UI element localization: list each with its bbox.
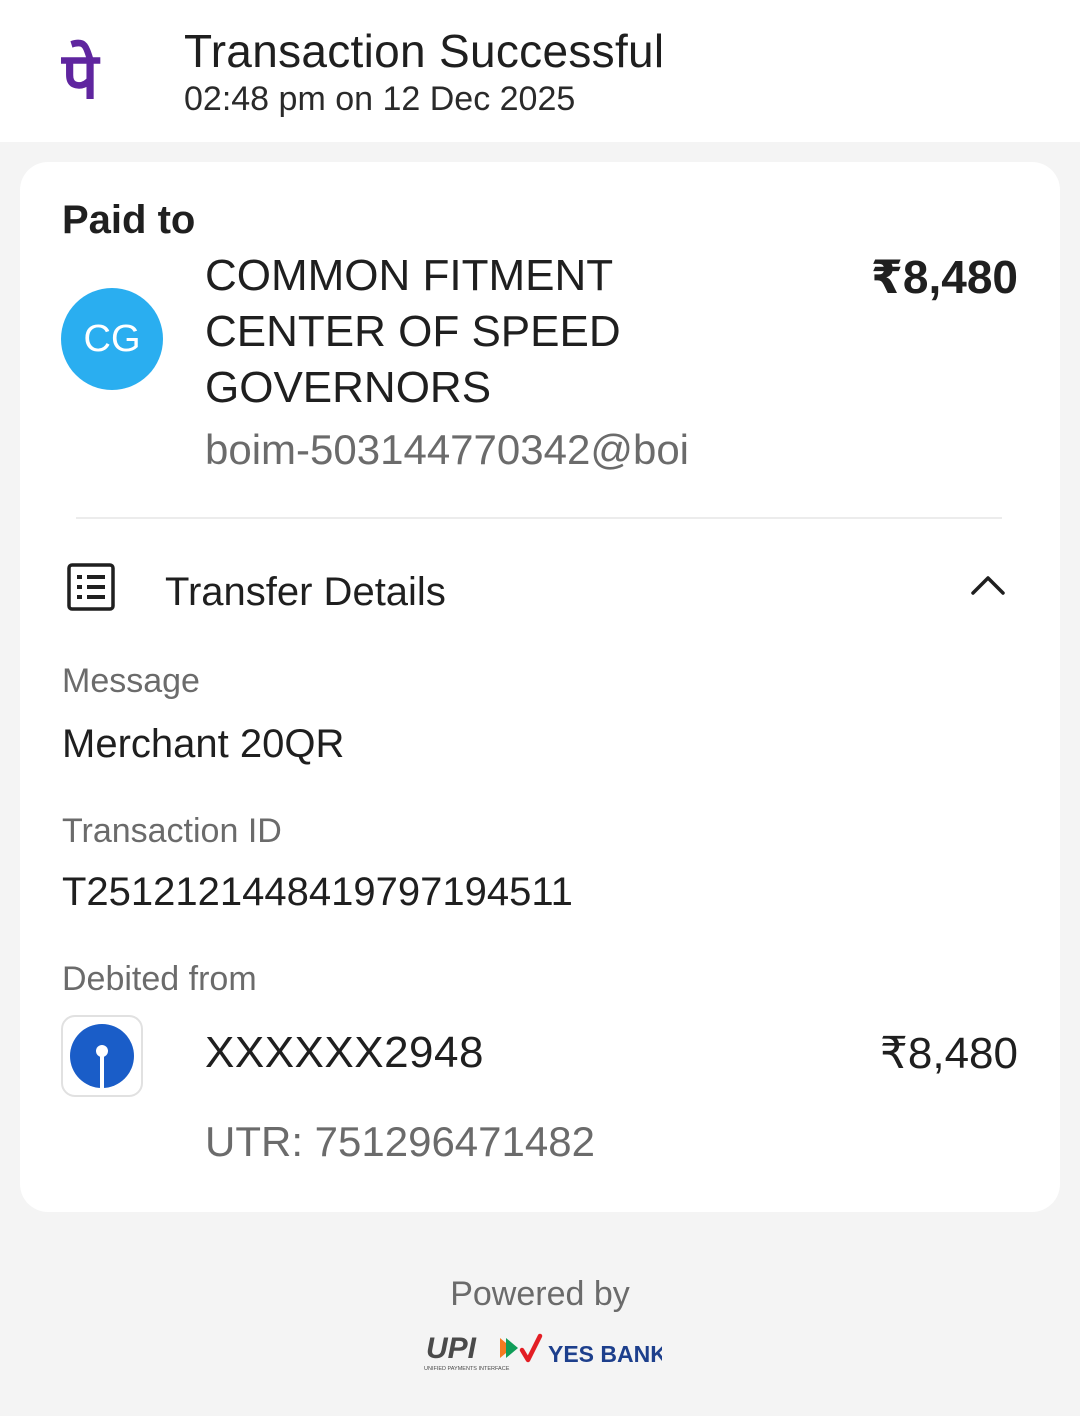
message-label: Message <box>62 662 200 700</box>
merchant-name-line: GOVERNORS <box>205 363 492 412</box>
transfer-details-title[interactable]: Transfer Details <box>165 570 446 615</box>
transaction-id-label: Transaction ID <box>62 812 282 850</box>
merchant-name: COMMON FITMENT CENTER OF SPEED GOVERNORS <box>205 248 745 416</box>
upi-logo: UPI <box>426 1332 477 1365</box>
transaction-datetime: 02:48 pm on 12 Dec 2025 <box>184 80 576 118</box>
debit-amount: ₹8,480 <box>879 1029 1018 1078</box>
merchant-name-line: CENTER OF SPEED <box>205 307 621 356</box>
paid-amount: ₹8,480 <box>870 251 1018 303</box>
message-value: Merchant 20QR <box>62 722 345 766</box>
bank-logo <box>61 1015 143 1097</box>
upi-subtext: UNIFIED PAYMENTS INTERFACE <box>424 1366 510 1372</box>
upi-id: boim-503144770342@boi <box>205 426 690 473</box>
receipt-list-icon <box>67 563 115 611</box>
sbi-icon <box>70 1024 134 1088</box>
transaction-status: Transaction Successful <box>184 25 665 77</box>
utr-number[interactable]: UTR: 751296471482 <box>205 1118 595 1166</box>
yesbank-check-icon <box>519 1333 543 1363</box>
transaction-card: Paid to CG COMMON FITMENT CENTER OF SPEE… <box>20 162 1060 1212</box>
header: पे Transaction Successful 02:48 pm on 12… <box>0 0 1080 142</box>
transaction-id-value[interactable]: T2512121448419797194511 <box>62 870 573 915</box>
divider <box>76 517 1002 519</box>
avatar: CG <box>61 288 163 390</box>
logo-glyph: पे <box>61 39 101 114</box>
powered-by-label: Powered by <box>450 1275 630 1313</box>
partner-logos: UPI UNIFIED PAYMENTS INTERFACE YES BANK <box>424 1332 662 1372</box>
account-number: XXXXXX2948 <box>205 1028 484 1077</box>
debited-from-label: Debited from <box>62 960 257 998</box>
merchant-name-line: COMMON FITMENT <box>205 251 614 300</box>
phonepe-logo: पे <box>61 39 101 114</box>
chevron-up-icon[interactable] <box>970 572 1006 596</box>
yes-bank-logo: YES BANK <box>548 1341 662 1367</box>
paid-to-label: Paid to <box>62 198 196 242</box>
